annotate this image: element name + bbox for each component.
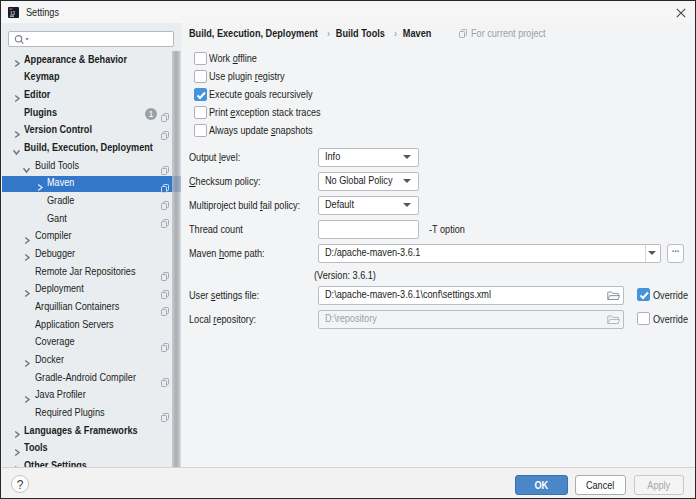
svg-text:IJ: IJ [11,10,16,16]
